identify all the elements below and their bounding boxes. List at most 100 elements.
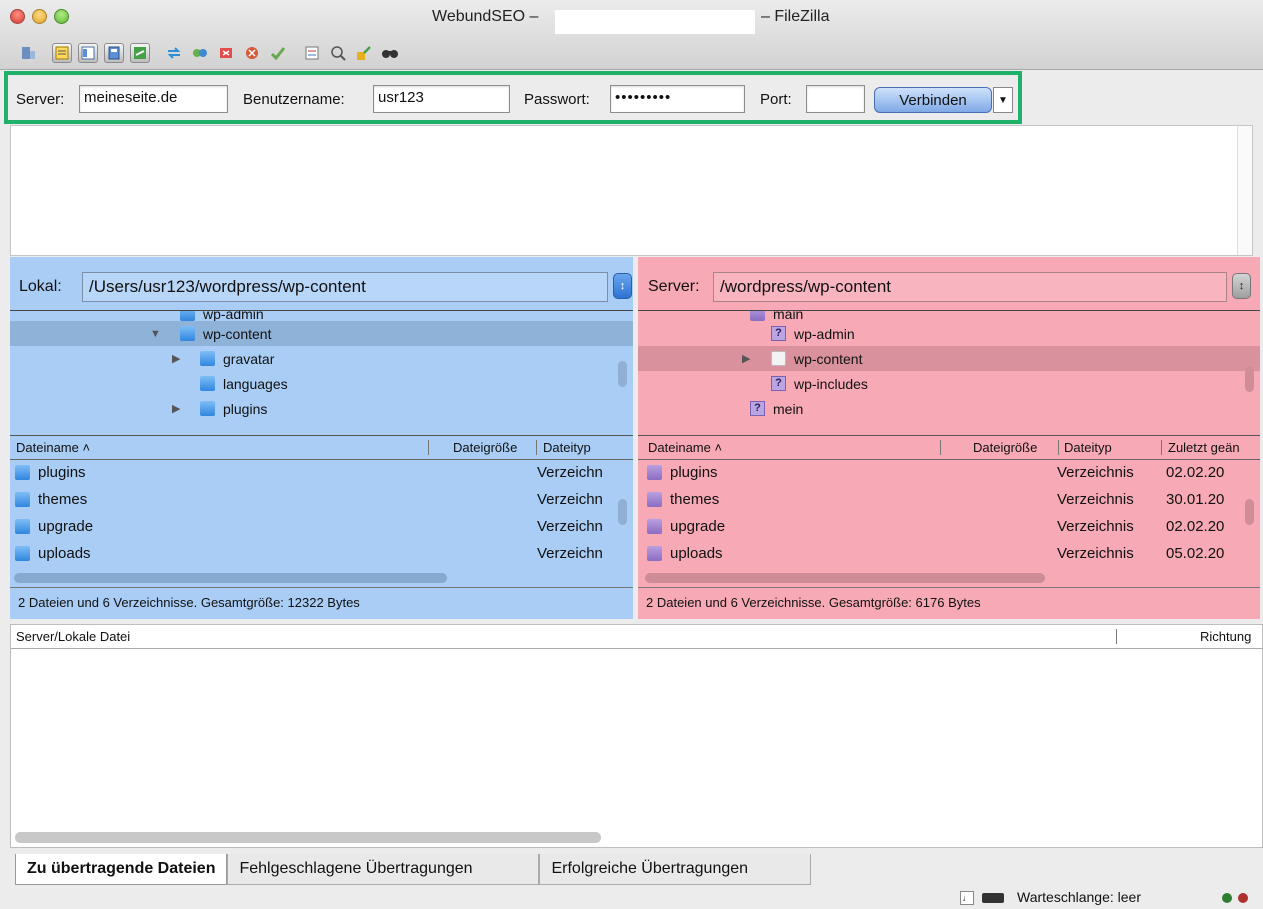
remote-path-dropdown[interactable]: ↕ bbox=[1232, 273, 1251, 299]
column-header-size[interactable]: Dateigröße bbox=[453, 440, 517, 455]
connect-dropdown-button[interactable]: ▼ bbox=[993, 87, 1013, 113]
cancel-icon[interactable] bbox=[216, 43, 236, 63]
file-row[interactable]: uploads Verzeichn bbox=[10, 540, 633, 567]
column-header-name[interactable]: Dateiname ˄ bbox=[16, 440, 90, 455]
folder-icon bbox=[180, 311, 195, 321]
folder-icon bbox=[200, 351, 215, 366]
tree-item-languages[interactable]: languages bbox=[10, 371, 633, 396]
filter-icon[interactable] bbox=[302, 43, 322, 63]
sync-browse-icon[interactable] bbox=[354, 43, 374, 63]
title-bar: WebundSEO – – FileZilla bbox=[0, 0, 1263, 70]
site-manager-icon[interactable] bbox=[18, 43, 38, 63]
compare-icon[interactable] bbox=[328, 43, 348, 63]
local-tree-scrollbar[interactable] bbox=[618, 361, 627, 387]
tab-successful-transfers[interactable]: Erfolgreiche Übertragungen bbox=[539, 854, 812, 885]
local-path-dropdown[interactable]: ↕ bbox=[613, 273, 632, 299]
column-header-name[interactable]: Dateiname ˄ bbox=[648, 440, 722, 455]
message-log-scrollbar[interactable] bbox=[1237, 126, 1252, 255]
remote-list-scrollbar[interactable] bbox=[1245, 499, 1254, 525]
collapsed-arrow-icon[interactable]: ▶ bbox=[172, 352, 180, 365]
directory-tree-icon[interactable] bbox=[78, 43, 98, 63]
file-row[interactable]: upgrade Verzeichnis 02.02.20 bbox=[638, 513, 1260, 540]
column-separator bbox=[1116, 629, 1117, 644]
collapsed-arrow-icon[interactable]: ▶ bbox=[172, 402, 180, 415]
queue-status-text: Warteschlange: leer bbox=[1017, 889, 1141, 905]
title-redaction bbox=[555, 10, 755, 34]
tab-failed-transfers[interactable]: Fehlgeschlagene Übertragungen bbox=[227, 854, 540, 885]
local-panel: Lokal: /Users/usr123/wordpress/wp-conten… bbox=[10, 257, 633, 619]
unknown-folder-icon: ? bbox=[771, 326, 786, 341]
local-list-hscrollbar[interactable] bbox=[14, 573, 447, 583]
tree-item-gravatar[interactable]: ▶ gravatar bbox=[10, 346, 633, 371]
queue-header: Server/Lokale Datei Richtung bbox=[11, 625, 1262, 649]
up-down-arrows-icon: ↕ bbox=[619, 280, 626, 292]
column-separator bbox=[1058, 440, 1059, 455]
username-input[interactable]: usr123 bbox=[373, 85, 510, 113]
remote-path-input[interactable]: /wordpress/wp-content bbox=[713, 272, 1227, 302]
window-title-right: – FileZilla bbox=[761, 8, 830, 25]
zoom-window-button[interactable] bbox=[54, 9, 69, 24]
file-row[interactable]: themes Verzeichn bbox=[10, 486, 633, 513]
password-input[interactable]: ••••••••• bbox=[610, 85, 745, 113]
column-header-direction[interactable]: Richtung bbox=[1200, 629, 1263, 644]
folder-icon bbox=[750, 311, 765, 321]
connect-button[interactable]: Verbinden bbox=[874, 87, 992, 113]
column-header-type[interactable]: Dateityp bbox=[543, 440, 591, 455]
port-label: Port: bbox=[760, 91, 792, 108]
tree-item-mein[interactable]: ? mein bbox=[638, 396, 1260, 421]
column-separator bbox=[536, 440, 537, 455]
refresh-icon[interactable] bbox=[164, 43, 184, 63]
transfer-queue-icon[interactable] bbox=[130, 43, 150, 63]
queue-hscrollbar[interactable] bbox=[15, 832, 601, 843]
tab-queued-files[interactable]: Zu übertragende Dateien bbox=[15, 854, 228, 885]
folder-icon bbox=[15, 465, 30, 480]
remote-path-bar: Server: /wordpress/wp-content ↕ bbox=[638, 257, 1260, 309]
password-label: Passwort: bbox=[524, 91, 590, 108]
remote-list-hscrollbar[interactable] bbox=[645, 573, 1045, 583]
port-input[interactable] bbox=[806, 85, 865, 113]
server-input[interactable]: meineseite.de bbox=[79, 85, 228, 113]
server-label: Server: bbox=[16, 91, 65, 108]
binary-mode-icon[interactable] bbox=[982, 893, 1004, 903]
tree-item-wp-admin[interactable]: ? wp-admin bbox=[638, 321, 1260, 346]
column-header-size[interactable]: Dateigröße bbox=[973, 440, 1037, 455]
unknown-folder-icon: ? bbox=[771, 376, 786, 391]
minimize-window-button[interactable] bbox=[32, 9, 47, 24]
download-led-icon bbox=[1238, 893, 1248, 903]
folder-icon bbox=[180, 326, 195, 341]
message-log[interactable] bbox=[10, 125, 1253, 256]
collapsed-arrow-icon[interactable]: ▶ bbox=[742, 352, 750, 365]
close-window-button[interactable] bbox=[10, 9, 25, 24]
folder-icon bbox=[15, 519, 30, 534]
folder-icon bbox=[647, 465, 662, 480]
process-queue-icon[interactable] bbox=[190, 43, 210, 63]
column-header-type[interactable]: Dateityp bbox=[1064, 440, 1112, 455]
chevron-down-icon: ▼ bbox=[998, 94, 1008, 106]
file-row[interactable]: upgrade Verzeichn bbox=[10, 513, 633, 540]
tree-item-wp-content[interactable]: ▶ wp-content bbox=[638, 346, 1260, 371]
remote-tree-scrollbar[interactable] bbox=[1245, 366, 1254, 392]
column-header-file[interactable]: Server/Lokale Datei bbox=[16, 629, 130, 644]
tree-item-plugins[interactable]: ▶ plugins bbox=[10, 396, 633, 421]
status-bar: ♩ Warteschlange: leer bbox=[0, 888, 1263, 909]
search-icon[interactable] bbox=[380, 43, 400, 63]
file-row[interactable]: uploads Verzeichnis 05.02.20 bbox=[638, 540, 1260, 567]
remote-tree-icon[interactable] bbox=[104, 43, 124, 63]
tree-item-wp-includes[interactable]: ? wp-includes bbox=[638, 371, 1260, 396]
speed-limit-icon[interactable]: ♩ bbox=[960, 891, 974, 905]
unknown-folder-icon: ? bbox=[750, 401, 765, 416]
folder-icon bbox=[15, 546, 30, 561]
queue-tabs: Zu übertragende Dateien Fehlgeschlagene … bbox=[15, 854, 812, 885]
file-row[interactable]: plugins Verzeichnis 02.02.20 bbox=[638, 459, 1260, 486]
file-row[interactable]: plugins Verzeichn bbox=[10, 459, 633, 486]
expanded-arrow-icon[interactable]: ▼ bbox=[150, 328, 161, 340]
file-row[interactable]: themes Verzeichnis 30.01.20 bbox=[638, 486, 1260, 513]
local-file-list-header: Dateiname ˄ Dateigröße Dateityp bbox=[10, 435, 633, 460]
column-header-modified[interactable]: Zuletzt geän bbox=[1168, 440, 1260, 455]
disconnect-icon[interactable] bbox=[242, 43, 262, 63]
message-log-icon[interactable] bbox=[52, 43, 72, 63]
tree-item-wp-content[interactable]: ▼ wp-content bbox=[10, 321, 633, 346]
local-list-scrollbar[interactable] bbox=[618, 499, 627, 525]
reconnect-icon[interactable] bbox=[268, 43, 288, 63]
local-path-input[interactable]: /Users/usr123/wordpress/wp-content bbox=[82, 272, 608, 302]
